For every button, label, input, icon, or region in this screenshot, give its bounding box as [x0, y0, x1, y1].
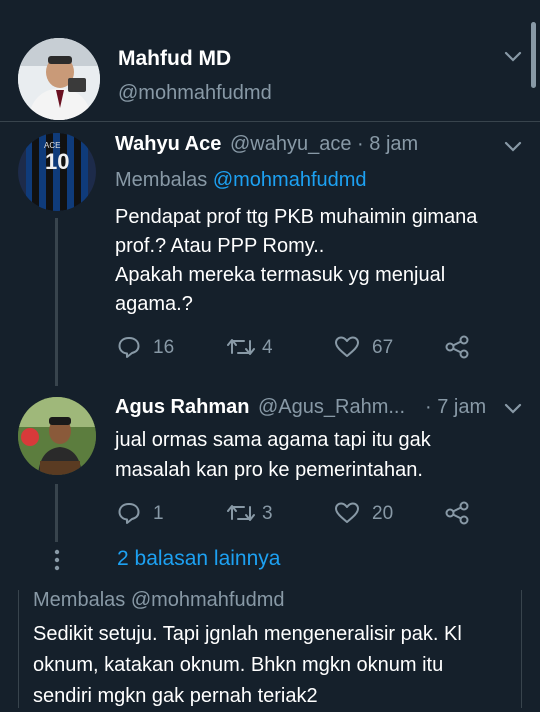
like-count: 20	[372, 503, 394, 524]
like-icon[interactable]	[334, 501, 360, 525]
divider	[0, 121, 540, 122]
reply-handle[interactable]: @Agus_Rahm...	[258, 396, 405, 419]
tweet-text: jual ormas sama agama tapi itu gak masal…	[115, 429, 431, 481]
retweet-count: 4	[262, 337, 273, 358]
thread-line	[55, 484, 58, 542]
reply-author-name[interactable]: Agus Rahman	[115, 396, 249, 419]
reply-icon[interactable]	[117, 501, 141, 525]
avatar-wahyu[interactable]: 10 ACE	[18, 133, 96, 211]
author-name[interactable]: Mahfud MD	[118, 47, 231, 71]
share-icon[interactable]	[445, 335, 471, 359]
chevron-down-icon[interactable]	[503, 402, 523, 416]
retweet-icon[interactable]	[227, 501, 255, 525]
retweet-count: 3	[262, 503, 273, 524]
like-icon[interactable]	[334, 335, 360, 359]
more-dots-icon	[54, 549, 60, 571]
like-count: 67	[372, 337, 394, 358]
scrollbar[interactable]	[531, 22, 536, 88]
reply-handle-time[interactable]: @wahyu_ace · 8 jam	[230, 133, 418, 156]
show-more-replies-link[interactable]: 2 balasan lainnya	[117, 547, 280, 571]
thread-line	[55, 218, 58, 386]
divider	[18, 590, 19, 708]
chevron-down-icon[interactable]	[503, 50, 523, 64]
tweet-text: Sedikit setuju. Tapi jgnlah mengeneralis…	[33, 623, 462, 707]
chevron-down-icon[interactable]	[503, 140, 523, 154]
replying-handle-link[interactable]: @mohmahfudmd	[213, 169, 367, 191]
svg-text:10: 10	[45, 149, 69, 174]
replying-to: Membalas @mohmahfudmd	[115, 169, 367, 192]
reply-time[interactable]: · 7 jam	[425, 396, 486, 419]
divider	[521, 590, 522, 708]
replying-prefix: Membalas	[115, 169, 208, 191]
reply-count: 16	[153, 337, 175, 358]
reply-count: 1	[153, 503, 164, 524]
svg-text:ACE: ACE	[44, 141, 60, 150]
retweet-icon[interactable]	[227, 335, 255, 359]
reply-author-name[interactable]: Wahyu Ace	[115, 133, 221, 156]
tweet-text: Pendapat prof ttg PKB muhaimin gimana pr…	[115, 206, 478, 315]
avatar-mahfud[interactable]	[18, 38, 100, 120]
reply-icon[interactable]	[117, 335, 141, 359]
author-handle[interactable]: @mohmahfudmd	[118, 82, 272, 105]
share-icon[interactable]	[445, 501, 471, 525]
replying-to: Membalas @mohmahfudmd	[33, 589, 285, 611]
avatar-agus[interactable]	[18, 397, 96, 475]
